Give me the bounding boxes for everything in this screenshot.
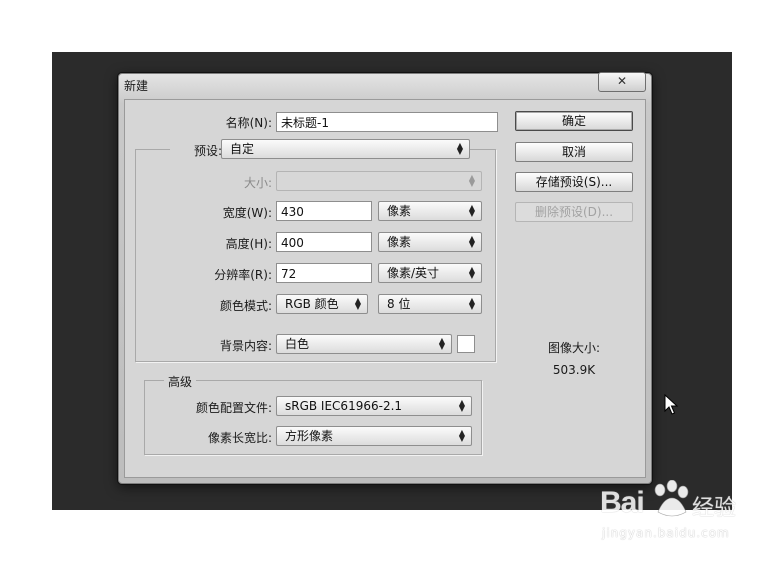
pixel-aspect-value: 方形像素	[285, 429, 334, 443]
name-label: 名称(N):	[225, 116, 272, 130]
preset-select-value: 自定	[230, 142, 255, 156]
background-value: 白色	[285, 337, 310, 351]
watermark-brand-cn: 经验	[692, 496, 737, 521]
width-input[interactable]: 430	[276, 201, 372, 221]
resolution-label: 分辨率(R):	[214, 268, 272, 282]
delete-preset-button: 删除预设(D)...	[515, 202, 633, 222]
pixel-aspect-select[interactable]: 方形像素 ▲ ▼	[276, 426, 472, 446]
height-unit-value: 像素	[387, 235, 412, 249]
image-size-label: 图像大小:	[547, 341, 601, 355]
resolution-unit-select[interactable]: 像素/英寸 ▲ ▼	[378, 263, 482, 283]
preset-label: 预设:	[170, 142, 226, 159]
chevron-updown-icon: ▲ ▼	[468, 296, 475, 311]
height-label: 高度(H):	[225, 237, 272, 251]
color-profile-value: sRGB IEC61966-2.1	[285, 399, 403, 413]
baidu-jingyan-watermark: Bai 经验 jingyan.baidu.com	[600, 474, 750, 544]
width-unit-value: 像素	[387, 204, 412, 218]
cancel-button[interactable]: 取消	[515, 142, 633, 162]
resolution-unit-value: 像素/英寸	[387, 266, 440, 280]
close-icon: ✕	[616, 74, 628, 88]
color-mode-label: 颜色模式:	[219, 299, 272, 313]
background-select[interactable]: 白色 ▲ ▼	[276, 334, 452, 354]
chevron-updown-icon: ▲ ▼	[468, 265, 475, 280]
chevron-updown-icon: ▲ ▼	[438, 336, 445, 351]
chevron-updown-icon: ▲ ▼	[468, 203, 475, 218]
chevron-updown-icon: ▲ ▼	[468, 234, 475, 249]
width-label: 宽度(W):	[222, 206, 272, 220]
height-unit-select[interactable]: 像素 ▲ ▼	[378, 232, 482, 252]
ok-button[interactable]: 确定	[515, 111, 633, 131]
color-mode-value: RGB 颜色	[285, 297, 339, 311]
height-input[interactable]: 400	[276, 232, 372, 252]
size-select: ▲ ▼	[276, 171, 482, 191]
pixel-aspect-label: 像素长宽比:	[207, 431, 272, 445]
save-preset-button[interactable]: 存储预设(S)...	[515, 172, 633, 192]
background-color-swatch[interactable]	[457, 335, 475, 353]
color-profile-label: 颜色配置文件:	[195, 401, 272, 415]
image-size-value: 503.9K	[552, 363, 596, 377]
baidu-paw-icon	[654, 480, 689, 517]
background-label: 背景内容:	[219, 339, 272, 353]
width-unit-select[interactable]: 像素 ▲ ▼	[378, 201, 482, 221]
watermark-url: jingyan.baidu.com	[602, 526, 730, 540]
bit-depth-value: 8 位	[387, 297, 411, 311]
mouse-cursor-icon	[664, 394, 679, 415]
chevron-updown-icon: ▲ ▼	[354, 296, 361, 311]
dialog-title: 新建	[124, 79, 149, 93]
chevron-updown-icon: ▲ ▼	[456, 141, 463, 156]
color-profile-select[interactable]: sRGB IEC61966-2.1 ▲ ▼	[276, 396, 472, 416]
color-mode-select[interactable]: RGB 颜色 ▲ ▼	[276, 294, 368, 314]
resolution-input[interactable]: 72	[276, 263, 372, 283]
name-input[interactable]: 未标题-1	[276, 112, 498, 132]
preset-select[interactable]: 自定 ▲ ▼	[221, 139, 470, 159]
advanced-legend: 高级	[164, 373, 197, 390]
watermark-brand: Bai	[600, 486, 645, 519]
close-button[interactable]: ✕	[598, 72, 646, 92]
size-label: 大小:	[243, 176, 272, 190]
bit-depth-select[interactable]: 8 位 ▲ ▼	[378, 294, 482, 314]
chevron-updown-icon: ▲ ▼	[458, 398, 465, 413]
chevron-updown-icon: ▲ ▼	[468, 173, 475, 188]
chevron-updown-icon: ▲ ▼	[458, 428, 465, 443]
